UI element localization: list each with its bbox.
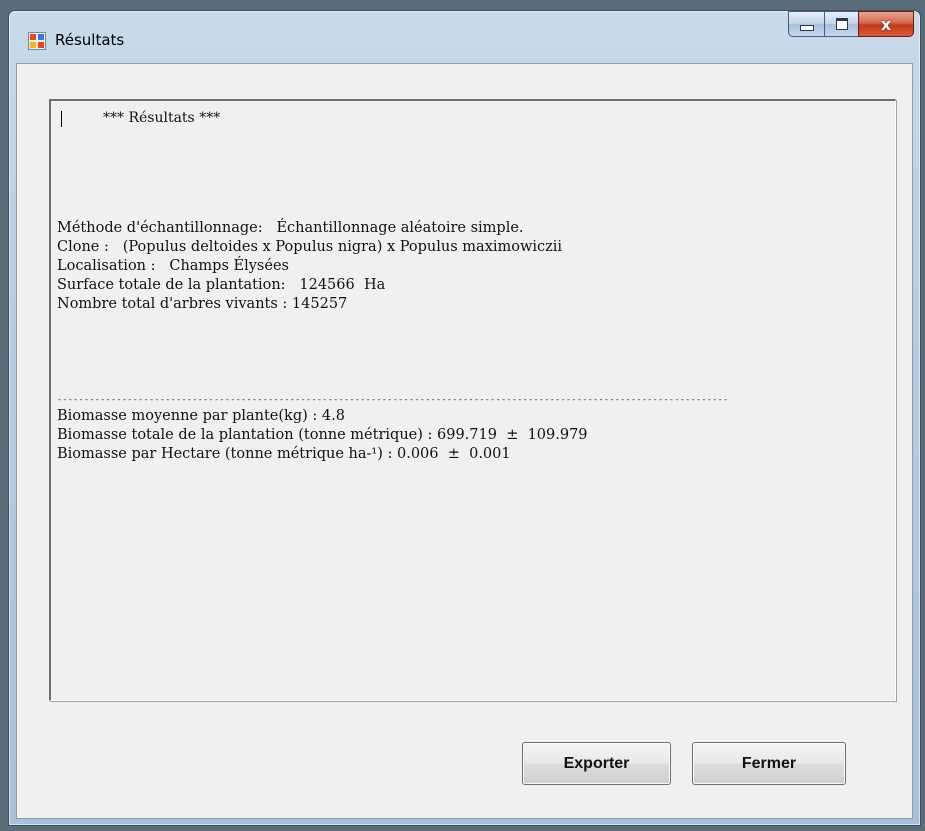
close-button[interactable]: Fermer [692,742,846,785]
title-bar[interactable]: Résultats x [9,11,920,63]
biomass-mean-label: Biomasse moyenne par plante(kg) : [57,408,318,424]
biomass-mean-value: 4.8 [321,408,345,424]
minimize-button[interactable] [788,11,824,37]
caption-buttons: x [788,11,914,39]
area-value: 124566 [299,277,355,293]
minimize-icon [799,25,814,31]
dialog-client-area: *** Résultats *** Méthode d'échantillonn… [16,63,913,819]
area-line: Surface totale de la plantation: 124566 … [57,276,385,295]
trees-value: 145257 [291,296,348,312]
text-caret [61,111,62,127]
trees-line: Nombre total d'arbres vivants : 145257 [57,295,347,314]
biomass-total-line: Biomasse totale de la plantation (tonne … [57,426,588,445]
app-icon [28,32,46,50]
plus-minus-sign: ± [506,427,519,443]
results-text: *** Résultats *** Méthode d'échantillonn… [57,105,889,696]
biomass-total-error: 109.979 [527,427,588,443]
location-label: Localisation : [57,258,156,274]
biomass-mean-line: Biomasse moyenne par plante(kg) : 4.8 [57,407,345,426]
maximize-button[interactable] [824,11,858,37]
close-window-button[interactable]: x [858,11,914,37]
window-title: Résultats [55,31,125,49]
close-icon: x [880,14,892,34]
location-value: Champs Élysées [169,258,289,274]
results-textbox[interactable]: *** Résultats *** Méthode d'échantillonn… [49,99,896,701]
trees-label: Nombre total d'arbres vivants : [57,296,288,312]
plus-minus-sign: ± [447,446,460,462]
area-unit: Ha [363,277,386,293]
method-value: Échantillonnage aléatoire simple. [276,220,524,236]
biomass-ha-label: Biomasse par Hectare (tonne métrique ha-… [57,446,393,462]
biomass-ha-error: 0.001 [469,446,511,462]
location-line: Localisation : Champs Élysées [57,257,289,276]
clone-value: (Populus deltoides x Populus nigra) x Po… [122,239,563,255]
biomass-total-label: Biomasse totale de la plantation (tonne … [57,427,433,443]
clone-label: Clone : [57,239,109,255]
clone-line: Clone : (Populus deltoides x Populus nig… [57,238,562,257]
results-window: Résultats x *** Résultats *** Méthode d'… [8,10,921,826]
biomass-ha-value: 0.006 [396,446,439,462]
area-label: Surface totale de la plantation: [57,277,286,293]
biomass-ha-line: Biomasse par Hectare (tonne métrique ha-… [57,445,511,464]
method-label: Méthode d'échantillonnage: [57,220,263,236]
results-heading: *** Résultats *** [103,110,221,126]
method-line: Méthode d'échantillonnage: Échantillonna… [57,219,524,238]
maximize-icon [835,18,848,30]
biomass-total-value: 699.719 [437,427,497,443]
export-button[interactable]: Exporter [522,742,671,785]
